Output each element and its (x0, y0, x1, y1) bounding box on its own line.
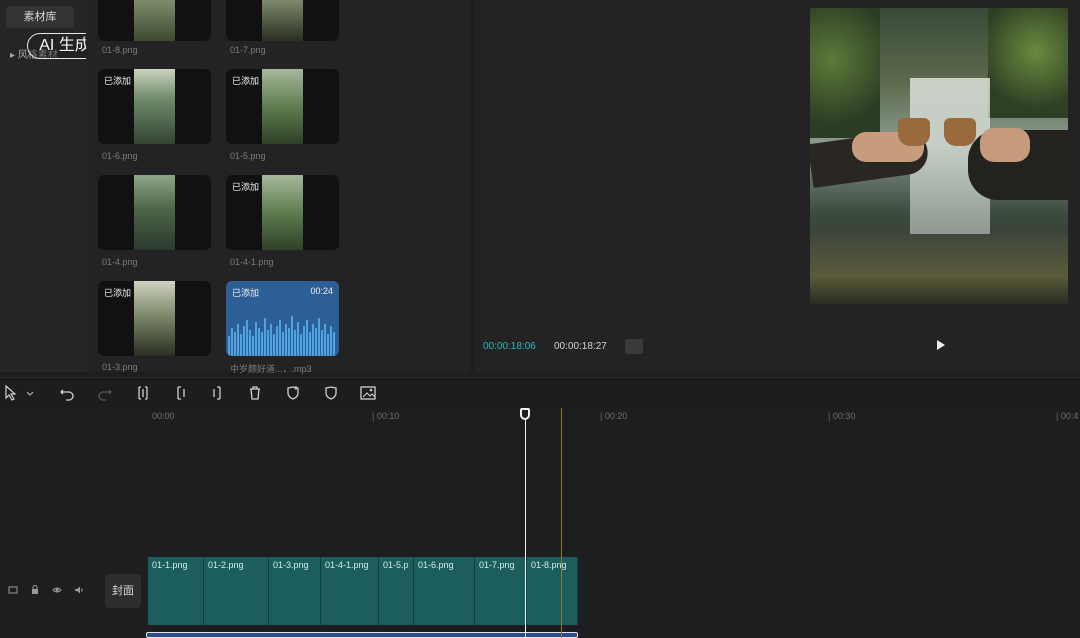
timeline-ruler[interactable]: 00:00 | 00:10 | 00:20 | 00:30 | 00:4 (100, 408, 1080, 424)
video-track: 01-1.png 01-2.png 01-3.png 01-4-1.png 01… (148, 557, 578, 625)
redo-icon[interactable] (96, 384, 114, 402)
clip-label: 01-2.png (208, 560, 244, 570)
total-time: 00:00:18:27 (554, 341, 607, 352)
ruler-label: | 00:20 (600, 411, 628, 421)
playhead-handle[interactable] (520, 408, 530, 420)
timeline-marker (561, 408, 562, 638)
preview-pond (810, 234, 1068, 304)
shield-icon[interactable] (322, 384, 340, 402)
preview-foliage-right (988, 8, 1068, 118)
media-item[interactable] (98, 175, 211, 250)
timeline-toolbar (0, 377, 1080, 407)
chevron-down-icon[interactable] (24, 384, 36, 402)
media-item-label: 01-4-1.png (230, 257, 274, 267)
preview-cup (944, 118, 976, 146)
clip-01-4-1[interactable]: 01-4-1.png (321, 557, 379, 625)
clip-01-2[interactable]: 01-2.png (204, 557, 269, 625)
clip-01-7[interactable]: 01-7.png (475, 557, 527, 625)
select-icon[interactable] (3, 384, 21, 402)
added-badge: 已添加 (232, 288, 260, 298)
split-left-icon[interactable] (172, 384, 190, 402)
ruler-label: 00:00 (152, 411, 175, 421)
preview-image (810, 8, 1068, 304)
media-item-label: 01-4.png (102, 257, 138, 267)
thumbnail-image (262, 69, 303, 144)
clip-label: 01-4-1.png (325, 560, 369, 570)
added-badge: 已添加 (104, 76, 132, 86)
media-item[interactable]: 已添加 (226, 175, 339, 250)
thumbnail-image (134, 175, 175, 250)
media-item[interactable]: 已添加 (226, 69, 339, 144)
media-item-label: 中岁颇好道...，.mp3 (230, 364, 312, 374)
media-item-label: 01-8.png (102, 45, 138, 55)
ruler-label: | 00:10 (372, 411, 400, 421)
split-icon[interactable] (134, 384, 152, 402)
media-item-label: 01-5.png (230, 151, 266, 161)
clip-01-1[interactable]: 01-1.png (148, 557, 204, 625)
image-edit-icon[interactable] (359, 384, 377, 402)
clip-label: 01-7.png (479, 560, 515, 570)
added-badge: 已添加 (232, 182, 260, 192)
media-item[interactable] (98, 0, 211, 41)
waveform-icon (228, 316, 335, 356)
track-header (0, 557, 100, 627)
clip-01-3[interactable]: 01-3.png (269, 557, 321, 625)
clip-label: 01-1.png (152, 560, 188, 570)
clip-01-5[interactable]: 01-5.p (379, 557, 414, 625)
audio-track-clip[interactable] (146, 632, 578, 638)
clip-label: 01-3.png (273, 560, 309, 570)
thumbnail-image (134, 69, 175, 144)
ruler-label: | 00:30 (828, 411, 856, 421)
thumbnail-image (134, 281, 175, 356)
current-time: 00:00:18:06 (483, 341, 536, 352)
video-editor-app: 素材库 ▸ 风格素材 AI 生成 01-8.png 01-7.png 已添加 0… (0, 0, 1080, 638)
thumbnail-image (262, 0, 303, 41)
media-item[interactable]: 已添加 (98, 281, 211, 356)
media-library-panel: 01-8.png 01-7.png 已添加 01-6.png 已添加 01-5.… (86, 0, 470, 374)
clip-01-6[interactable]: 01-6.png (414, 557, 475, 625)
cover-button[interactable]: 封面 (105, 574, 141, 608)
media-item[interactable]: 已添加 (98, 69, 211, 144)
split-right-icon[interactable] (208, 384, 226, 402)
added-badge: 已添加 (232, 76, 260, 86)
track-toggle-icon[interactable] (8, 585, 18, 595)
added-badge: 已添加 (104, 288, 132, 298)
clip-01-8[interactable]: 01-8.png (527, 557, 578, 625)
preview-hand-right (980, 128, 1030, 162)
ratio-icon[interactable] (625, 339, 643, 354)
shield-add-icon[interactable] (284, 384, 302, 402)
preview-cup (898, 118, 930, 146)
tab-material-library[interactable]: 素材库 (6, 6, 74, 28)
duration-label: 00:24 (310, 286, 333, 296)
media-item[interactable] (226, 0, 339, 41)
preview-foliage-left (810, 8, 880, 138)
media-item-label: 01-3.png (102, 362, 138, 372)
thumbnail-image (262, 175, 303, 250)
volume-icon[interactable] (74, 585, 84, 595)
delete-icon[interactable] (246, 384, 264, 402)
playhead-line[interactable] (525, 410, 526, 638)
audio-media-item[interactable]: 已添加 00:24 (226, 281, 339, 356)
ruler-label: | 00:4 (1056, 411, 1079, 421)
player-panel: 00:00:18:06 00:00:18:27 (475, 0, 1080, 372)
media-item-label: 01-6.png (102, 151, 138, 161)
play-icon[interactable] (933, 338, 949, 354)
thumbnail-image (134, 0, 175, 41)
undo-icon[interactable] (58, 384, 76, 402)
clip-label: 01-6.png (418, 560, 454, 570)
media-item-label: 01-7.png (230, 45, 266, 55)
lock-icon[interactable] (30, 585, 40, 595)
clip-label: 01-5.p (383, 560, 409, 570)
eye-icon[interactable] (52, 585, 62, 595)
